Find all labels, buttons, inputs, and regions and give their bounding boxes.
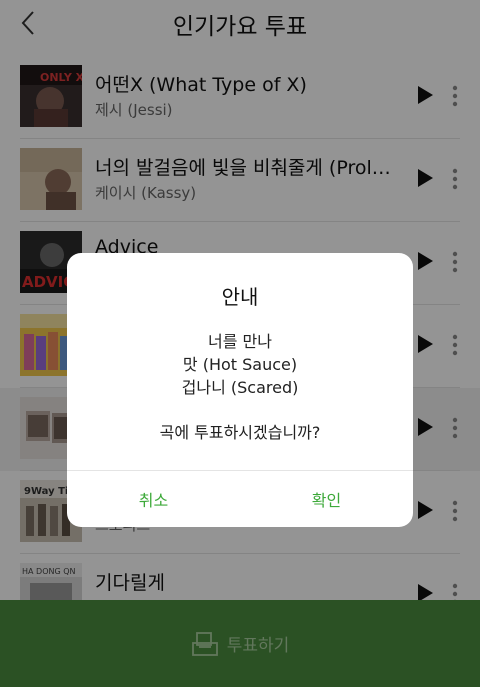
confirm-dialog: 안내 너를 만나 맛 (Hot Sauce) 겁나니 (Scared) 곡에 투… xyxy=(67,253,413,527)
dialog-song-line: 맛 (Hot Sauce) xyxy=(182,355,298,374)
dialog-buttons: 취소 확인 xyxy=(67,470,413,527)
cancel-button[interactable]: 취소 xyxy=(67,471,240,527)
dialog-title: 안내 xyxy=(221,285,259,309)
dialog-question: 곡에 투표하시겠습니까? xyxy=(159,423,321,442)
dialog-song-line: 겁나니 (Scared) xyxy=(181,378,299,397)
confirm-button[interactable]: 확인 xyxy=(240,471,413,527)
dialog-song-line: 너를 만나 xyxy=(208,332,272,351)
